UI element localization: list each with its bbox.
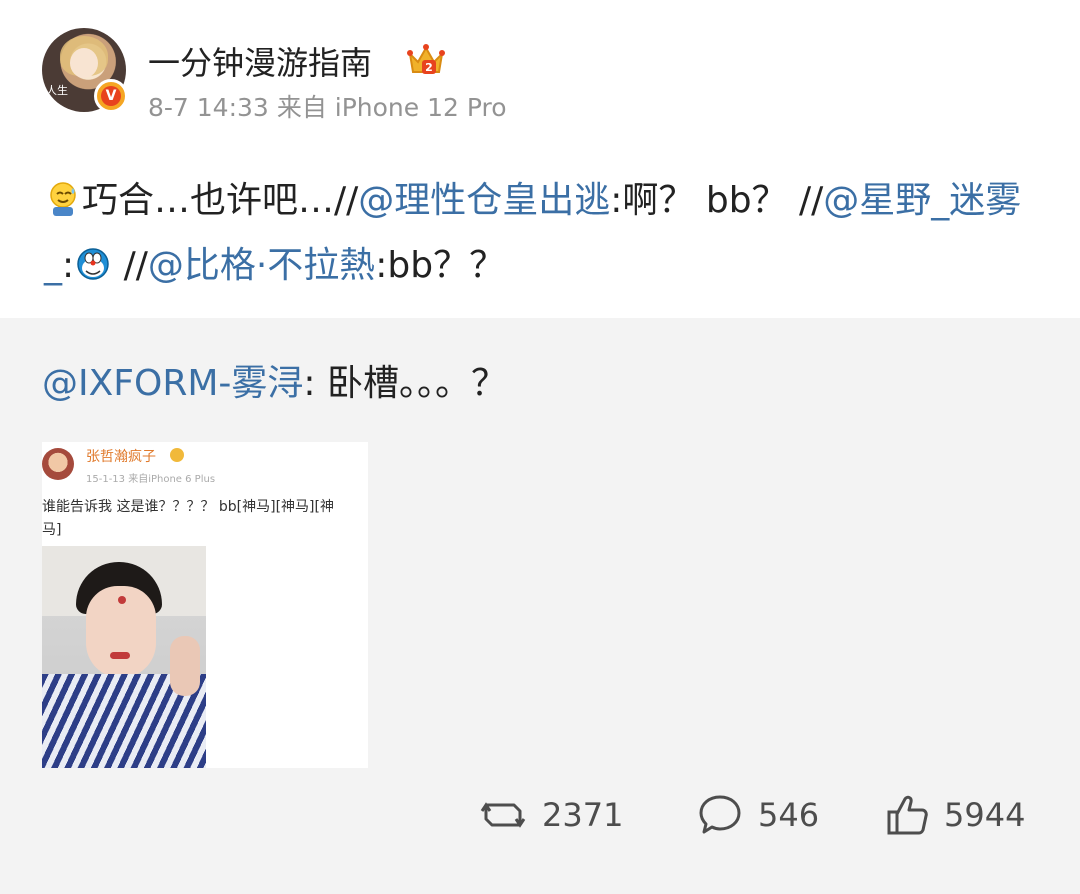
thumb-avatar: [42, 448, 74, 480]
post-text-part4: //: [112, 245, 148, 286]
sweat-smile-emoji-icon: [50, 182, 76, 216]
post-text-part3: :: [62, 245, 75, 286]
thumb-text-line2: 马]: [42, 522, 62, 538]
repost-button[interactable]: 2371: [480, 790, 623, 840]
action-bar: 2371 546 5944: [0, 790, 1080, 840]
thumb-text-line1: 谁能告诉我 这是谁？？？？ bb[神马][神马][神: [42, 499, 334, 515]
thumb-crown-icon: [170, 448, 184, 462]
comment-count: 546: [758, 796, 820, 834]
author-username[interactable]: 一分钟漫游指南: [148, 38, 372, 84]
quoted-image-thumbnail[interactable]: 张哲瀚疯子 15-1-13 来自iPhone 6 Plus 谁能告诉我 这是谁？…: [42, 442, 368, 768]
post-meta: 8-7 14:33 来自 iPhone 12 Pro: [148, 88, 507, 124]
svg-text:2: 2: [425, 61, 433, 74]
thumb-photo: [42, 546, 206, 768]
quote-body: : 卧槽。。。？: [303, 363, 507, 404]
post-text: 巧合…也许吧…//@理性仓皇出逃:啊？ bb？ //@星野_迷雾_: //@比格…: [44, 168, 1044, 298]
like-button[interactable]: 5944: [886, 790, 1025, 840]
avatar-caption: 人生: [46, 84, 68, 97]
post-time: 8-7 14:33: [148, 93, 269, 122]
repost-count: 2371: [542, 796, 624, 834]
mention-link-3[interactable]: @比格·不拉熱: [148, 245, 375, 286]
comment-icon: [699, 795, 741, 834]
doraemon-emoji-icon: [77, 248, 109, 280]
comment-button[interactable]: 546: [698, 790, 819, 840]
quoted-post-text: @IXFORM-雾浔: 卧槽。。。？: [42, 354, 507, 406]
quote-mention-link[interactable]: @IXFORM-雾浔: [42, 363, 303, 404]
verified-v-icon: V: [94, 79, 128, 113]
crown-level-icon[interactable]: 2: [406, 40, 446, 80]
post-text-part2: :啊？ bb？ //: [610, 180, 824, 221]
thumb-username: 张哲瀚疯子: [86, 449, 156, 465]
post-text-part5: :bb？？: [375, 245, 506, 286]
post-text-part1: 巧合…也许吧…//: [82, 180, 359, 221]
thumb-meta: 15-1-13 来自iPhone 6 Plus: [86, 474, 216, 485]
repost-icon: [480, 802, 526, 828]
mention-link-1[interactable]: @理性仓皇出逃: [358, 180, 610, 221]
like-count: 5944: [944, 796, 1026, 834]
post-source[interactable]: 来自 iPhone 12 Pro: [277, 93, 507, 122]
thumbs-up-icon: [887, 795, 928, 835]
avatar-face: [70, 48, 98, 78]
